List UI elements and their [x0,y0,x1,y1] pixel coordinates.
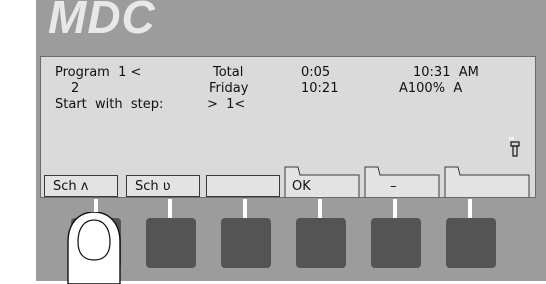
ok-label: OK [292,178,311,194]
probe-icon [509,137,520,157]
hardware-button-2[interactable] [146,218,196,268]
clock-value: 10:31 AM [413,65,479,80]
connector-3 [243,199,247,218]
secondary-time: 10:21 [301,81,339,96]
hardware-button-3[interactable] [221,218,271,268]
ok-softkey[interactable]: OK [284,175,360,197]
status-value: A100% A [399,81,463,96]
start-step-value: > 1< [207,97,246,112]
schedule-up-label: Sch ʌ [53,178,89,194]
hardware-button-5[interactable] [371,218,421,268]
connector-4 [318,199,322,218]
brand-logo: MDC [48,0,156,43]
duration-value: 0:05 [301,65,331,80]
minus-softkey[interactable]: – [364,175,440,197]
connector-6 [468,199,472,218]
hardware-button-4[interactable] [296,218,346,268]
connector-2 [168,199,172,218]
total-label: Total [213,65,244,80]
day-label: Friday [209,81,249,96]
schedule-up-softkey[interactable]: Sch ʌ [44,175,118,197]
schedule-down-label: Sch ʋ [135,178,171,194]
blank-softkey-3[interactable] [206,175,280,197]
hardware-button-6[interactable] [446,218,496,268]
minus-label: – [390,178,397,194]
pointing-finger-icon [67,212,121,284]
blank-softkey-6[interactable] [444,175,530,197]
program-label: Program 1 < [55,65,142,80]
schedule-down-softkey[interactable]: Sch ʋ [126,175,200,197]
program-value: 2 [71,81,80,96]
start-step-label: Start with step: [55,97,164,112]
connector-5 [393,199,397,218]
